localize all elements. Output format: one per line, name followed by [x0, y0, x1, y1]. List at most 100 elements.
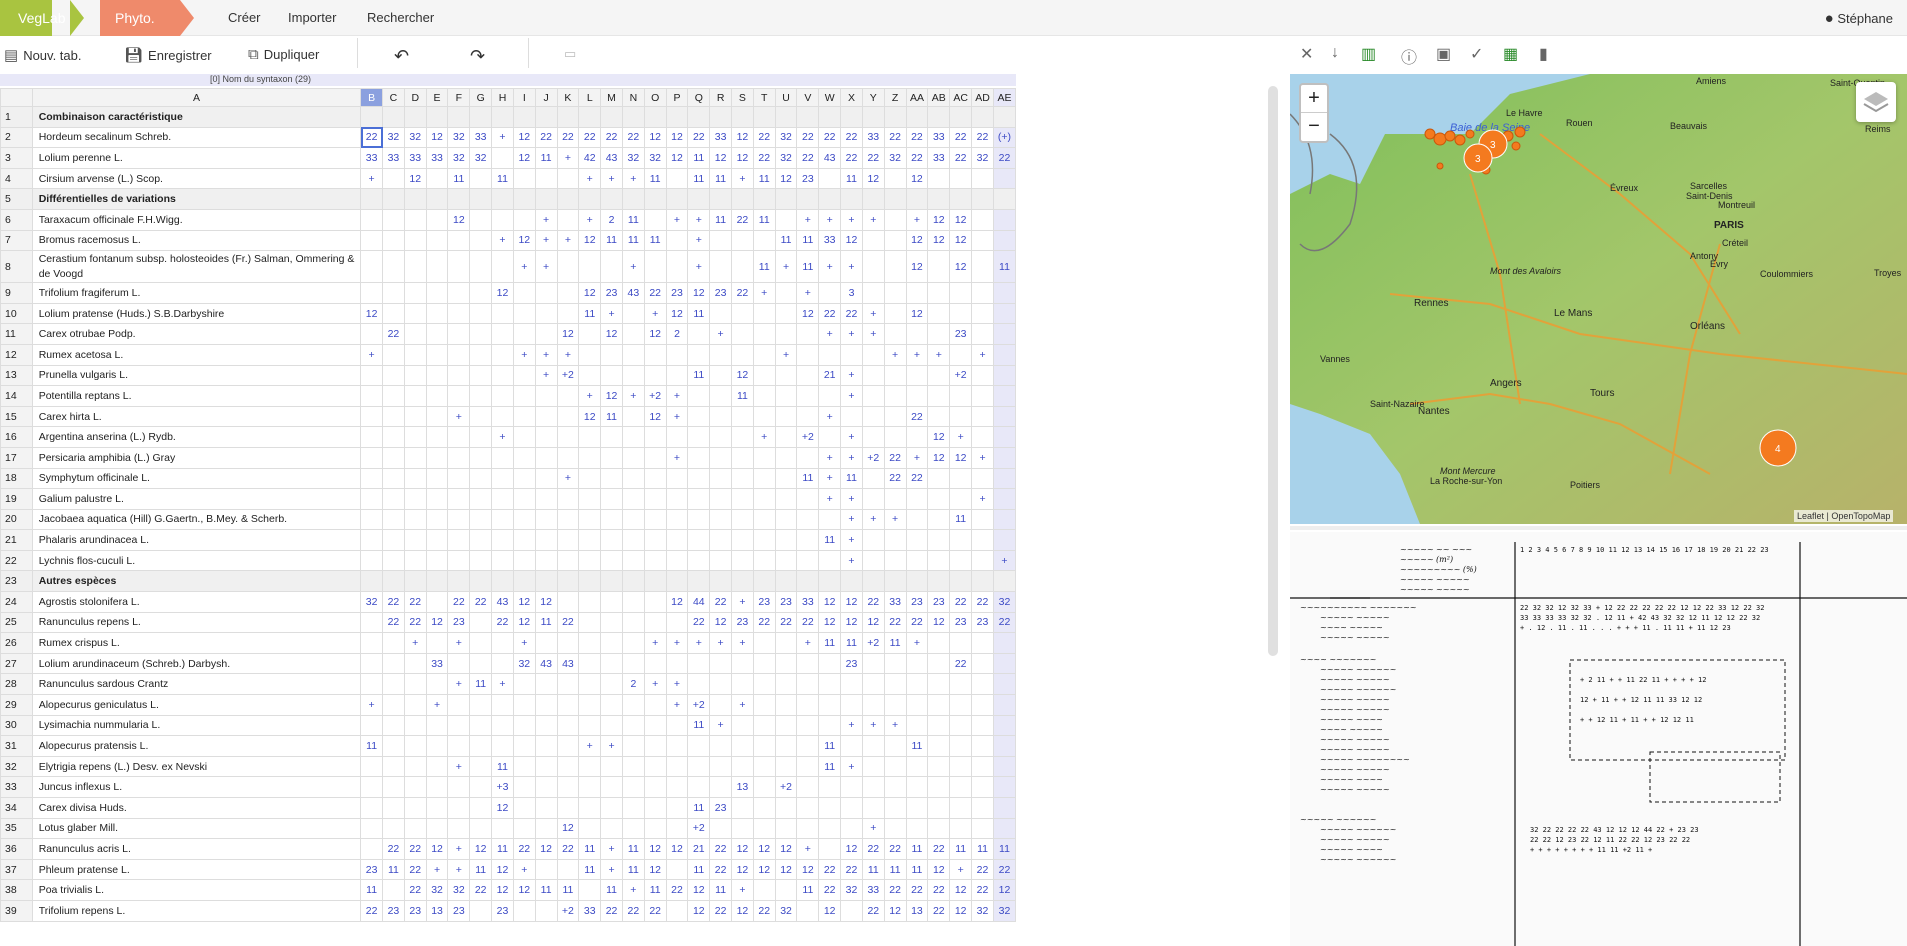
- abundance-cell[interactable]: [578, 508, 602, 531]
- abundance-cell[interactable]: 22: [731, 282, 754, 304]
- abundance-cell[interactable]: [687, 508, 711, 531]
- abundance-cell[interactable]: [534, 797, 558, 819]
- abundance-cell[interactable]: [600, 488, 623, 510]
- abundance-cell[interactable]: [360, 797, 384, 819]
- abundance-cell[interactable]: [774, 302, 798, 325]
- abundance-cell[interactable]: [382, 405, 405, 428]
- abundance-cell[interactable]: [360, 208, 384, 231]
- abundance-cell[interactable]: [709, 426, 733, 448]
- abundance-cell[interactable]: [491, 208, 514, 231]
- abundance-cell[interactable]: 12: [512, 229, 536, 252]
- abundance-cell[interactable]: +: [818, 323, 842, 345]
- abundance-cell[interactable]: 12: [796, 858, 820, 881]
- abundance-cell[interactable]: [469, 899, 493, 922]
- abundance-cell[interactable]: [731, 508, 754, 531]
- row-number[interactable]: 2: [0, 126, 33, 149]
- abundance-cell[interactable]: 22: [643, 282, 667, 304]
- abundance-cell[interactable]: [774, 188, 798, 210]
- column-header-q[interactable]: Q: [687, 88, 711, 107]
- abundance-cell[interactable]: 33: [861, 879, 885, 901]
- abundance-cell[interactable]: 11: [534, 147, 558, 169]
- row-number[interactable]: 11: [0, 323, 33, 345]
- abundance-cell[interactable]: 22: [752, 147, 776, 169]
- abundance-cell[interactable]: +: [905, 208, 929, 231]
- abundance-cell[interactable]: +: [840, 714, 863, 737]
- abundance-cell[interactable]: [774, 364, 798, 387]
- abundance-cell[interactable]: [665, 899, 689, 922]
- abundance-cell[interactable]: +: [556, 343, 580, 366]
- abundance-cell[interactable]: [382, 694, 405, 716]
- abundance-cell[interactable]: [578, 817, 602, 840]
- abundance-cell[interactable]: 22: [403, 879, 427, 901]
- abundance-cell[interactable]: 11: [687, 302, 711, 325]
- row-number[interactable]: 28: [0, 673, 33, 696]
- row-number[interactable]: 36: [0, 838, 33, 860]
- abundance-cell[interactable]: 12: [949, 250, 973, 284]
- abundance-cell[interactable]: 11: [621, 229, 645, 252]
- group-heading[interactable]: Combinaison caractéristique: [31, 106, 362, 128]
- abundance-cell[interactable]: [447, 797, 471, 819]
- abundance-cell[interactable]: 12: [643, 126, 667, 149]
- abundance-cell[interactable]: [447, 817, 471, 840]
- abundance-cell[interactable]: [883, 797, 907, 819]
- abundance-cell[interactable]: [469, 694, 493, 716]
- abundance-cell[interactable]: [491, 632, 514, 654]
- abundance-cell[interactable]: [796, 508, 820, 531]
- abundance-cell[interactable]: 32: [621, 147, 645, 169]
- abundance-cell[interactable]: [360, 755, 384, 778]
- nav-create[interactable]: Créer: [228, 10, 261, 25]
- abundance-cell[interactable]: [992, 735, 1016, 757]
- abundance-cell[interactable]: [927, 167, 951, 190]
- abundance-cell[interactable]: [447, 446, 471, 469]
- abundance-cell[interactable]: +: [731, 694, 754, 716]
- abundance-cell[interactable]: [469, 652, 493, 675]
- abundance-cell[interactable]: [621, 302, 645, 325]
- abundance-cell[interactable]: 13: [731, 776, 754, 798]
- abundance-cell[interactable]: +: [578, 167, 602, 190]
- abundance-cell[interactable]: 33: [469, 126, 493, 149]
- abundance-cell[interactable]: [621, 426, 645, 448]
- column-header-a[interactable]: A: [31, 88, 362, 107]
- abundance-cell[interactable]: [491, 106, 514, 128]
- column-header-x[interactable]: X: [840, 88, 863, 107]
- abundance-cell[interactable]: +: [971, 446, 994, 469]
- abundance-cell[interactable]: [425, 673, 449, 696]
- abundance-cell[interactable]: 13: [425, 899, 449, 922]
- abundance-cell[interactable]: [512, 323, 536, 345]
- abundance-cell[interactable]: [752, 694, 776, 716]
- abundance-cell[interactable]: [883, 817, 907, 840]
- abundance-cell[interactable]: [600, 797, 623, 819]
- abundance-cell[interactable]: [992, 385, 1016, 407]
- abundance-cell[interactable]: +: [752, 426, 776, 448]
- abundance-cell[interactable]: [643, 549, 667, 572]
- abundance-cell[interactable]: 11: [491, 838, 514, 860]
- abundance-cell[interactable]: [425, 282, 449, 304]
- abundance-cell[interactable]: 22: [382, 838, 405, 860]
- abundance-cell[interactable]: [469, 549, 493, 572]
- abundance-cell[interactable]: +2: [949, 364, 973, 387]
- abundance-cell[interactable]: 23: [927, 591, 951, 613]
- abundance-cell[interactable]: [469, 632, 493, 654]
- abundance-cell[interactable]: 12: [774, 838, 798, 860]
- abundance-cell[interactable]: [534, 899, 558, 922]
- abundance-cell[interactable]: +: [534, 208, 558, 231]
- abundance-cell[interactable]: [447, 323, 471, 345]
- abundance-cell[interactable]: 22: [883, 446, 907, 469]
- abundance-cell[interactable]: 12: [643, 838, 667, 860]
- abundance-cell[interactable]: [447, 364, 471, 387]
- abundance-cell[interactable]: 23: [796, 167, 820, 190]
- abundance-cell[interactable]: [425, 250, 449, 284]
- abundance-cell[interactable]: 2: [600, 208, 623, 231]
- abundance-cell[interactable]: [643, 529, 667, 551]
- abundance-cell[interactable]: [512, 549, 536, 572]
- abundance-cell[interactable]: [403, 694, 427, 716]
- abundance-cell[interactable]: [382, 343, 405, 366]
- abundance-cell[interactable]: [469, 167, 493, 190]
- abundance-cell[interactable]: [949, 343, 973, 366]
- abundance-cell[interactable]: [861, 776, 885, 798]
- abundance-cell[interactable]: +: [491, 229, 514, 252]
- abundance-cell[interactable]: 12: [818, 611, 842, 634]
- abundance-cell[interactable]: [883, 106, 907, 128]
- abundance-cell[interactable]: [927, 106, 951, 128]
- abundance-cell[interactable]: 22: [752, 126, 776, 149]
